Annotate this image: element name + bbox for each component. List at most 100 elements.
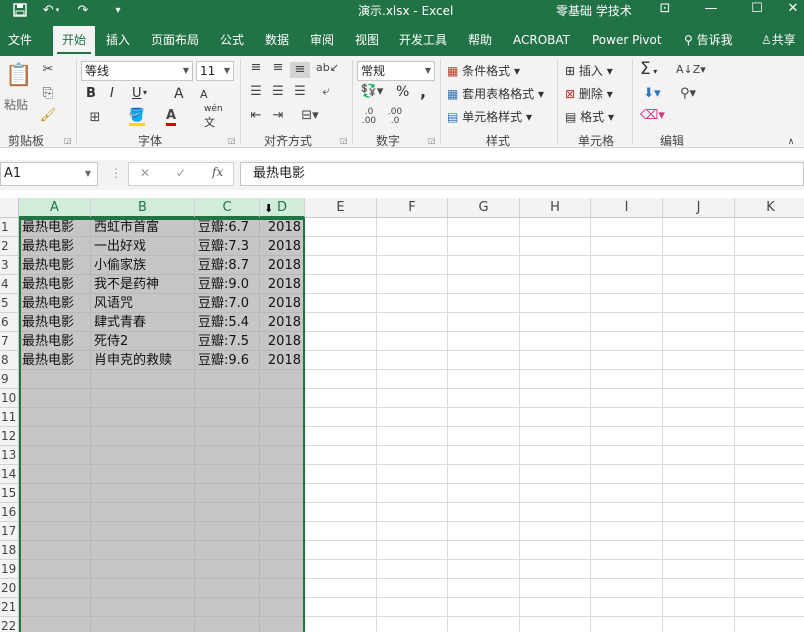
row-header[interactable]: 18 [0,541,19,560]
tab-home[interactable]: 开始 [53,26,95,56]
paste-icon[interactable]: 📋 [5,64,32,90]
cell[interactable] [260,446,305,465]
column-header-k[interactable]: K [735,198,804,218]
cell[interactable]: 一出好戏 [91,237,195,256]
cell[interactable] [260,484,305,503]
cell[interactable] [591,218,663,237]
cell[interactable] [91,427,195,446]
cell[interactable] [735,598,804,617]
cell[interactable] [377,294,448,313]
cell[interactable] [91,446,195,465]
cell[interactable] [520,446,591,465]
cell[interactable] [448,351,520,370]
tab-formulas[interactable]: 公式 [214,26,250,56]
cell[interactable] [448,294,520,313]
fill-icon[interactable]: ⬇▾ [640,86,664,102]
row-header[interactable]: 4 [0,275,19,294]
align-top-icon[interactable]: ≡ [246,60,266,76]
cell[interactable] [377,370,448,389]
cell[interactable] [305,370,377,389]
cell[interactable]: 2018 [260,351,305,370]
cell[interactable] [735,560,804,579]
cell[interactable] [91,617,195,632]
increase-indent-icon[interactable]: ⇥ [268,108,288,124]
cell[interactable] [305,332,377,351]
cell[interactable] [448,256,520,275]
cell[interactable] [735,617,804,632]
cell[interactable] [735,332,804,351]
font-size-select[interactable]: 11 ▼ [196,61,234,81]
cell[interactable] [520,218,591,237]
cell[interactable] [663,313,735,332]
cell[interactable] [305,256,377,275]
cell[interactable] [663,484,735,503]
cell[interactable] [735,408,804,427]
cell[interactable] [735,484,804,503]
row-header[interactable]: 11 [0,408,19,427]
cell[interactable]: 最热电影 [19,256,91,275]
ribbon-display-icon[interactable]: ⊡ [650,0,680,20]
cell[interactable] [305,389,377,408]
cell[interactable] [448,503,520,522]
column-header-f[interactable]: F [377,198,448,218]
cell[interactable] [448,446,520,465]
cell[interactable] [377,503,448,522]
cell[interactable] [735,446,804,465]
cell[interactable]: 西虹市首富 [91,218,195,237]
cell[interactable] [377,541,448,560]
orientation-icon[interactable]: ab↙ [316,60,339,76]
cell[interactable] [91,598,195,617]
row-header[interactable]: 7 [0,332,19,351]
cell[interactable] [377,218,448,237]
cell[interactable]: 最热电影 [19,275,91,294]
row-header[interactable]: 16 [0,503,19,522]
spreadsheet-grid[interactable]: A B C D E F G H I J K 1 最热电影 西虹市首富 豆瓣:6.7 2018 2 最热电影 一出好戏… [0,198,804,632]
cell[interactable] [520,598,591,617]
cell[interactable] [663,503,735,522]
cell[interactable] [19,465,91,484]
cell[interactable] [305,408,377,427]
alignment-launcher-icon[interactable]: ◲ [340,136,348,145]
increase-decimal-icon[interactable]: .0.00 [358,108,380,126]
cell[interactable] [735,541,804,560]
paste-label[interactable]: 粘贴 [4,96,28,113]
cell[interactable] [305,484,377,503]
cell[interactable] [520,351,591,370]
cell[interactable] [260,465,305,484]
cell[interactable] [448,218,520,237]
cell[interactable] [260,579,305,598]
cell[interactable] [735,389,804,408]
cell[interactable] [260,560,305,579]
cell[interactable] [448,465,520,484]
tab-acrobat[interactable]: ACROBAT [507,26,576,56]
cell[interactable] [663,598,735,617]
cell[interactable] [260,408,305,427]
align-bottom-icon[interactable]: ≡ [290,62,310,78]
clear-icon[interactable]: ⌫▾ [640,108,665,124]
cell[interactable] [195,598,260,617]
border-icon[interactable]: ⊞ [84,110,106,126]
cell[interactable] [591,408,663,427]
cell[interactable] [305,598,377,617]
cell[interactable] [305,237,377,256]
cell[interactable] [663,332,735,351]
cell[interactable] [377,332,448,351]
cell[interactable] [377,256,448,275]
tab-insert[interactable]: 插入 [100,26,136,56]
tab-data[interactable]: 数据 [259,26,295,56]
cell[interactable] [305,313,377,332]
cell[interactable] [663,541,735,560]
cell[interactable] [520,275,591,294]
cell[interactable] [260,522,305,541]
redo-icon[interactable]: ↷ [72,0,94,20]
cell[interactable] [520,465,591,484]
row-header[interactable]: 21 [0,598,19,617]
cell[interactable] [448,579,520,598]
decrease-indent-icon[interactable]: ⇤ [246,108,266,124]
cell[interactable] [305,275,377,294]
cell[interactable] [377,351,448,370]
cell[interactable]: 2018 [260,332,305,351]
tab-review[interactable]: 审阅 [304,26,340,56]
cell[interactable] [19,541,91,560]
cell[interactable] [260,541,305,560]
